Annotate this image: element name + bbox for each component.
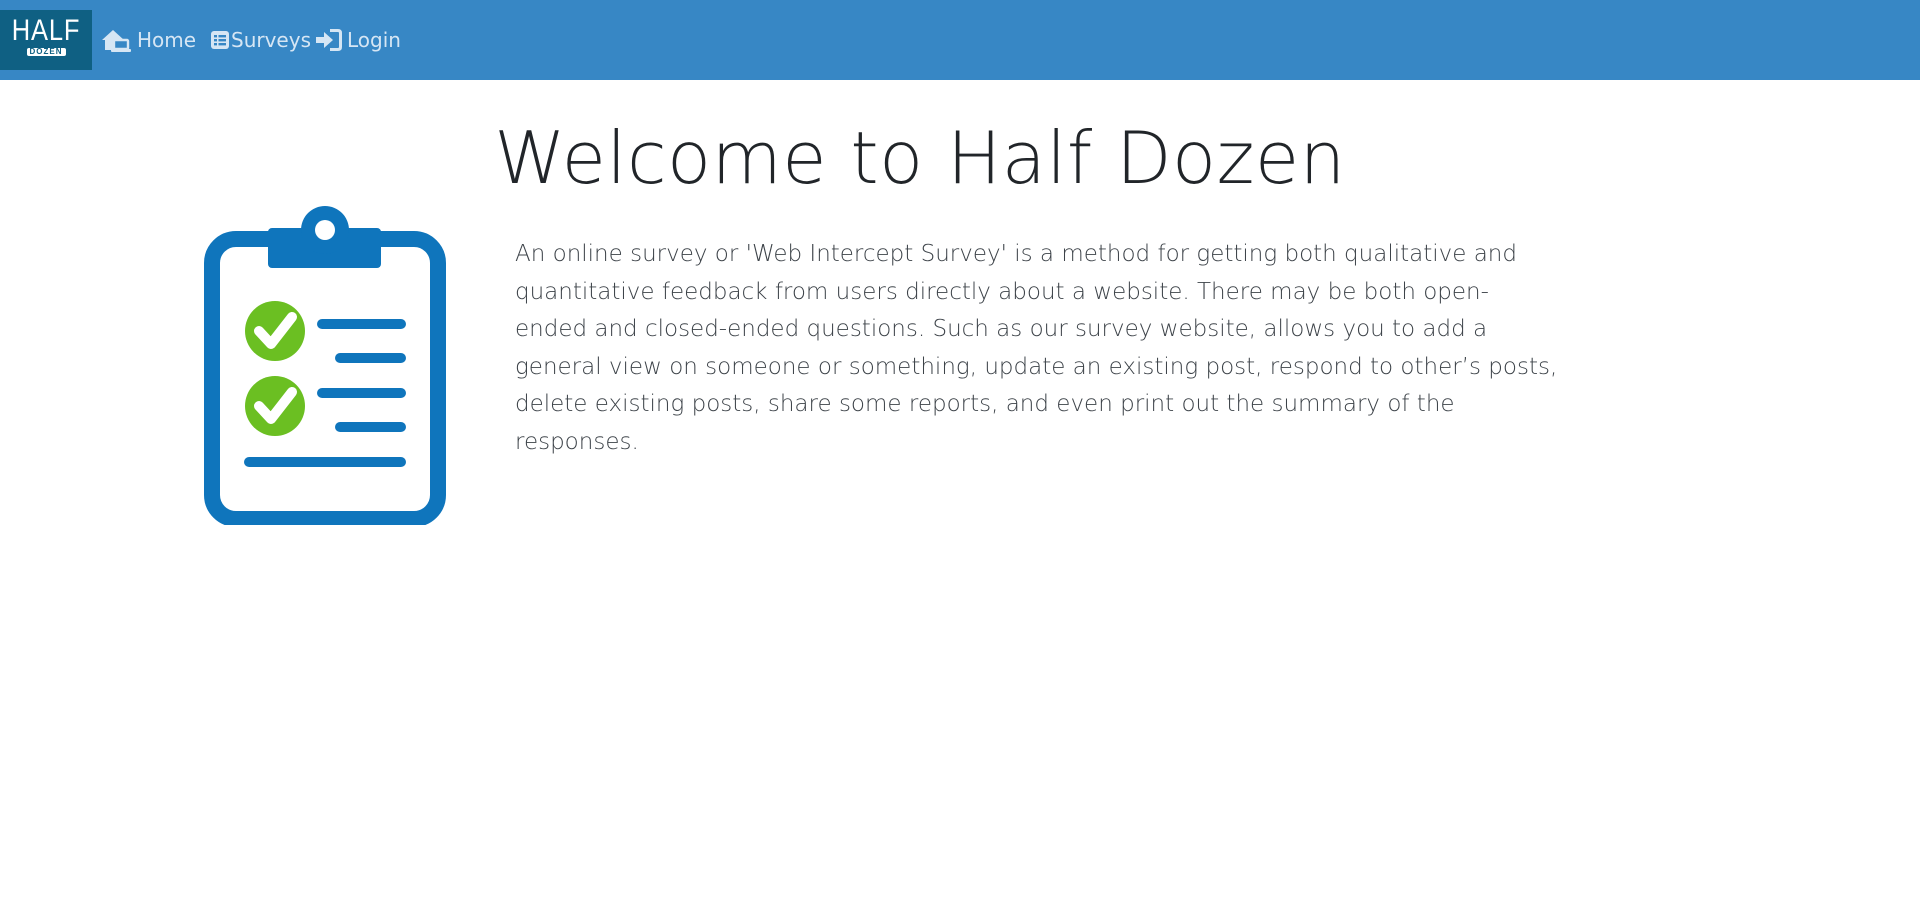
nav-login-link[interactable]: Login bbox=[316, 26, 401, 54]
sign-in-icon bbox=[316, 29, 342, 51]
intro-paragraph: An online survey or 'Web Intercept Surve… bbox=[515, 241, 1558, 455]
nav-home-link[interactable]: Home bbox=[100, 26, 196, 54]
logo-text: HALF bbox=[11, 14, 81, 47]
brand-logo[interactable]: HALF DOZEN bbox=[0, 10, 92, 70]
page-title: Welcome to Half Dozen bbox=[0, 112, 1920, 204]
list-alt-icon bbox=[211, 31, 229, 49]
clipboard-checklist-icon bbox=[204, 206, 446, 525]
nav-surveys-link[interactable]: Surveys bbox=[211, 26, 311, 54]
page-title-text: Welcome to Half Dozen bbox=[494, 116, 1346, 200]
home-laptop-icon bbox=[102, 30, 131, 52]
logo-subtext: DOZEN bbox=[26, 48, 66, 56]
nav-login-label: Login bbox=[347, 28, 401, 52]
nav-surveys-label: Surveys bbox=[231, 28, 311, 52]
nav-home-label: Home bbox=[137, 28, 197, 52]
top-navbar: HALF DOZEN Home Surveys Login bbox=[0, 0, 1920, 80]
